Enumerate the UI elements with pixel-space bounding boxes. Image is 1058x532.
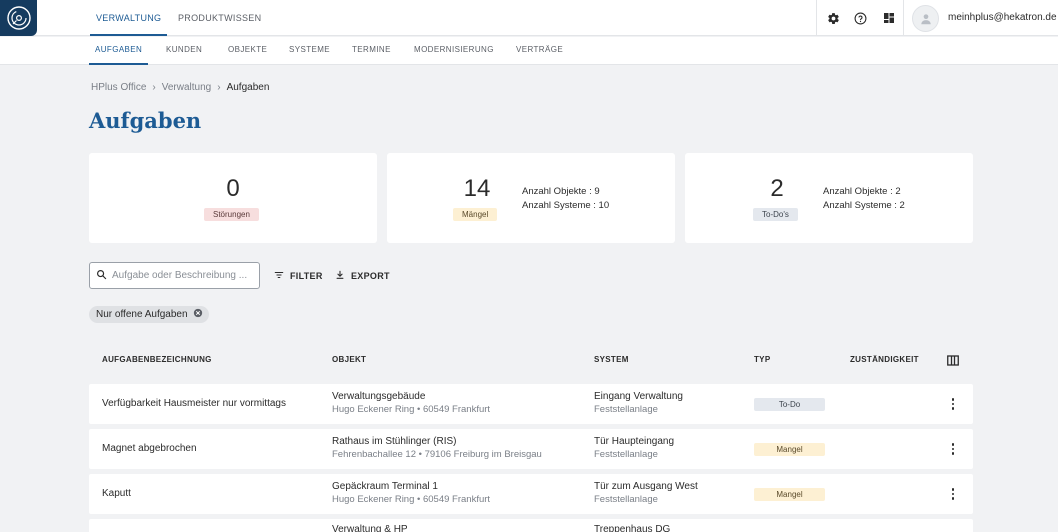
chevron-right-icon: › (152, 82, 156, 93)
tab-systeme[interactable]: SYSTEME (289, 37, 330, 65)
more-vert-icon[interactable] (947, 487, 959, 501)
export-label: EXPORT (351, 270, 390, 281)
chevron-right-icon: › (217, 82, 221, 93)
table-row[interactable]: Kaputt Gepäckraum Terminal 1 Hugo Eckene… (89, 474, 973, 514)
filter-icon (274, 270, 284, 282)
breadcrumb-item-hplus-office[interactable]: HPlus Office (91, 82, 146, 93)
table-row[interactable]: Verwaltung & HP Treppenhaus DG (89, 519, 973, 532)
search-icon (96, 267, 107, 285)
close-circle-icon[interactable] (193, 308, 203, 321)
table-row[interactable]: Magnet abgebrochen Rathaus im Stühlinger… (89, 429, 973, 469)
system-type: Feststellanlage (594, 494, 658, 505)
tab-kunden[interactable]: KUNDEN (166, 37, 202, 65)
export-button[interactable]: EXPORT (335, 262, 390, 289)
system-name: Tür Haupteingang (594, 436, 675, 447)
tab-vertraege[interactable]: VERTRÄGE (516, 37, 563, 65)
stat-meta: Anzahl Objekte : 9 Anzahl Systeme : 10 (522, 185, 609, 212)
stat-card-maengel[interactable]: 14 Mängel Anzahl Objekte : 9 Anzahl Syst… (387, 153, 675, 243)
header-divider (816, 0, 817, 36)
filter-chip-label: Nur offene Aufgaben (96, 309, 188, 320)
column-header-typ[interactable]: TYP (754, 355, 770, 364)
system-name: Treppenhaus DG (594, 524, 671, 532)
stat-meta-systeme: Anzahl Systeme : 10 (522, 199, 610, 211)
breadcrumb: HPlus Office › Verwaltung › Aufgaben (91, 82, 269, 93)
system-type: Feststellanlage (594, 404, 658, 415)
type-badge: Mangel (754, 488, 825, 501)
column-header-objekt[interactable]: OBJEKT (332, 355, 366, 364)
task-name: Magnet abgebrochen (102, 443, 197, 454)
stat-card-todos[interactable]: 2 To-Do's Anzahl Objekte : 2 Anzahl Syst… (685, 153, 973, 243)
status-badge-todos: To-Do's (753, 208, 798, 221)
download-icon (335, 270, 345, 282)
object-address: Hugo Eckener Ring • 60549 Frankfurt (332, 404, 491, 415)
system-cell: Eingang Verwaltung Feststellanlage (594, 391, 683, 415)
breadcrumb-item-verwaltung[interactable]: Verwaltung (162, 82, 211, 93)
stat-meta-objekte: Anzahl Objekte : 9 (522, 186, 600, 197)
task-name: Verfügbarkeit Hausmeister nur vormittags (102, 398, 286, 409)
tab-aufgaben[interactable]: AUFGABEN (89, 37, 149, 65)
filter-button[interactable]: FILTER (274, 262, 323, 289)
hekatron-logo-icon[interactable] (0, 0, 37, 36)
status-badge-maengel: Mängel (453, 208, 498, 221)
object-name: Verwaltung & HP (332, 524, 408, 532)
avatar[interactable] (912, 5, 939, 32)
more-vert-icon[interactable] (947, 442, 959, 456)
stat-meta: Anzahl Objekte : 2 Anzahl Systeme : 2 (823, 185, 905, 212)
stat-card-stoerungen[interactable]: 0 Störungen (89, 153, 377, 243)
settings-icon[interactable] (820, 0, 847, 36)
columns-icon[interactable] (947, 353, 959, 371)
object-cell: Gepäckraum Terminal 1 Hugo Eckener Ring … (332, 481, 490, 505)
object-address: Hugo Eckener Ring • 60549 Frankfurt (332, 494, 491, 505)
column-header-zustaendigkeit[interactable]: ZUSTÄNDIGKEIT (850, 355, 919, 364)
help-icon[interactable] (847, 0, 874, 36)
system-name: Tür zum Ausgang West (594, 481, 698, 492)
status-badge-stoerungen: Störungen (204, 208, 259, 221)
system-cell: Tür zum Ausgang West Feststellanlage (594, 481, 698, 505)
type-badge: To-Do (754, 398, 825, 411)
system-type: Feststellanlage (594, 449, 658, 460)
user-email[interactable]: meinhplus@hekatron.de (948, 0, 1057, 36)
stat-meta-systeme: Anzahl Systeme : 2 (823, 199, 905, 211)
system-name: Eingang Verwaltung (594, 391, 683, 402)
stat-meta-objekte: Anzahl Objekte : 2 (823, 186, 901, 197)
object-name: Gepäckraum Terminal 1 (332, 481, 438, 492)
column-header-system[interactable]: SYSTEM (594, 355, 629, 364)
tab-verwaltung[interactable]: VERWALTUNG (90, 0, 168, 36)
tab-produktwissen[interactable]: PRODUKTWISSEN (178, 0, 261, 36)
header-divider (903, 0, 904, 36)
column-header-aufgabe[interactable]: AUFGABENBEZEICHNUNG (102, 355, 212, 364)
stat-value: 14 (463, 175, 491, 202)
page-title: Aufgaben (89, 108, 202, 133)
search-input[interactable] (112, 270, 252, 281)
table-row[interactable]: Verfügbarkeit Hausmeister nur vormittags… (89, 384, 973, 424)
filter-chip-open-tasks[interactable]: Nur offene Aufgaben (89, 306, 209, 323)
object-name: Rathaus im Stühlinger (RIS) (332, 436, 457, 447)
tab-modernisierung[interactable]: MODERNISIERUNG (414, 37, 494, 65)
sub-navigation: AUFGABEN KUNDEN OBJEKTE SYSTEME TERMINE … (0, 37, 1058, 65)
tab-objekte[interactable]: OBJEKTE (228, 37, 267, 65)
more-vert-icon[interactable] (947, 397, 959, 411)
system-cell: Tür Haupteingang Feststellanlage (594, 436, 674, 460)
object-address: Fehrenbachallee 12 • 79106 Freiburg im B… (332, 449, 542, 460)
object-name: Verwaltungsgebäude (332, 391, 426, 402)
tab-termine[interactable]: TERMINE (352, 37, 391, 65)
object-cell: Verwaltungsgebäude Hugo Eckener Ring • 6… (332, 391, 490, 415)
filter-label: FILTER (290, 270, 323, 281)
top-header: VERWALTUNG PRODUKTWISSEN meinhplus@hekat… (0, 0, 1058, 36)
breadcrumb-item-aufgaben: Aufgaben (226, 82, 270, 93)
dashboard-icon[interactable] (875, 0, 902, 36)
search-box[interactable] (89, 262, 260, 289)
object-cell: Rathaus im Stühlinger (RIS) Fehrenbachal… (332, 436, 542, 460)
stat-value: 2 (770, 175, 784, 202)
task-name: Kaputt (102, 488, 131, 499)
type-badge: Mangel (754, 443, 825, 456)
stat-value: 0 (226, 175, 240, 202)
